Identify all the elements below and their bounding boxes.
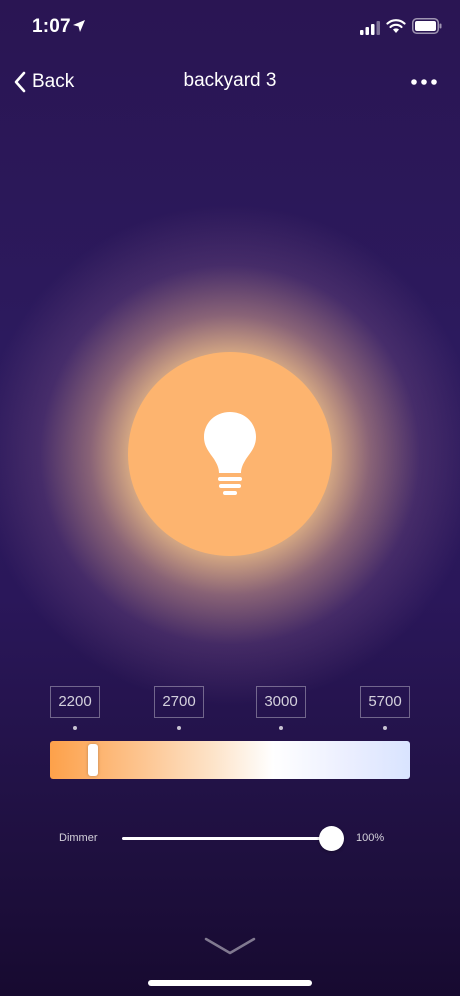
- back-button[interactable]: Back: [12, 66, 74, 98]
- preset-marker: [279, 726, 283, 730]
- more-options-icon[interactable]: [408, 72, 440, 92]
- dimmer-value: 100%: [356, 832, 385, 844]
- dimmer-slider-track[interactable]: [122, 837, 332, 840]
- chevron-down-icon[interactable]: [204, 936, 256, 956]
- light-bulb-icon: [204, 412, 256, 495]
- status-bar: 1:07: [0, 0, 460, 54]
- preset-5700[interactable]: 5700: [360, 686, 410, 718]
- status-time: 1:07: [32, 16, 71, 37]
- preset-2700[interactable]: 2700: [154, 686, 204, 718]
- preset-2200[interactable]: 2200: [50, 686, 100, 718]
- light-toggle-button[interactable]: [128, 352, 332, 556]
- color-temperature-slider[interactable]: [50, 741, 410, 779]
- preset-marker: [177, 726, 181, 730]
- battery-icon: [412, 18, 442, 34]
- back-label: Back: [32, 71, 75, 92]
- cellular-signal-icon: [360, 21, 380, 35]
- dimmer-label: Dimmer: [59, 832, 98, 844]
- preset-marker: [383, 726, 387, 730]
- dimmer-slider-thumb[interactable]: [318, 826, 344, 851]
- chevron-left-icon: [14, 71, 26, 93]
- preset-marker: [73, 726, 77, 730]
- home-indicator[interactable]: [148, 980, 312, 986]
- wifi-icon: [386, 19, 406, 33]
- preset-3000[interactable]: 3000: [256, 686, 306, 718]
- color-temperature-thumb[interactable]: [88, 744, 99, 776]
- location-arrow-icon: [73, 20, 85, 32]
